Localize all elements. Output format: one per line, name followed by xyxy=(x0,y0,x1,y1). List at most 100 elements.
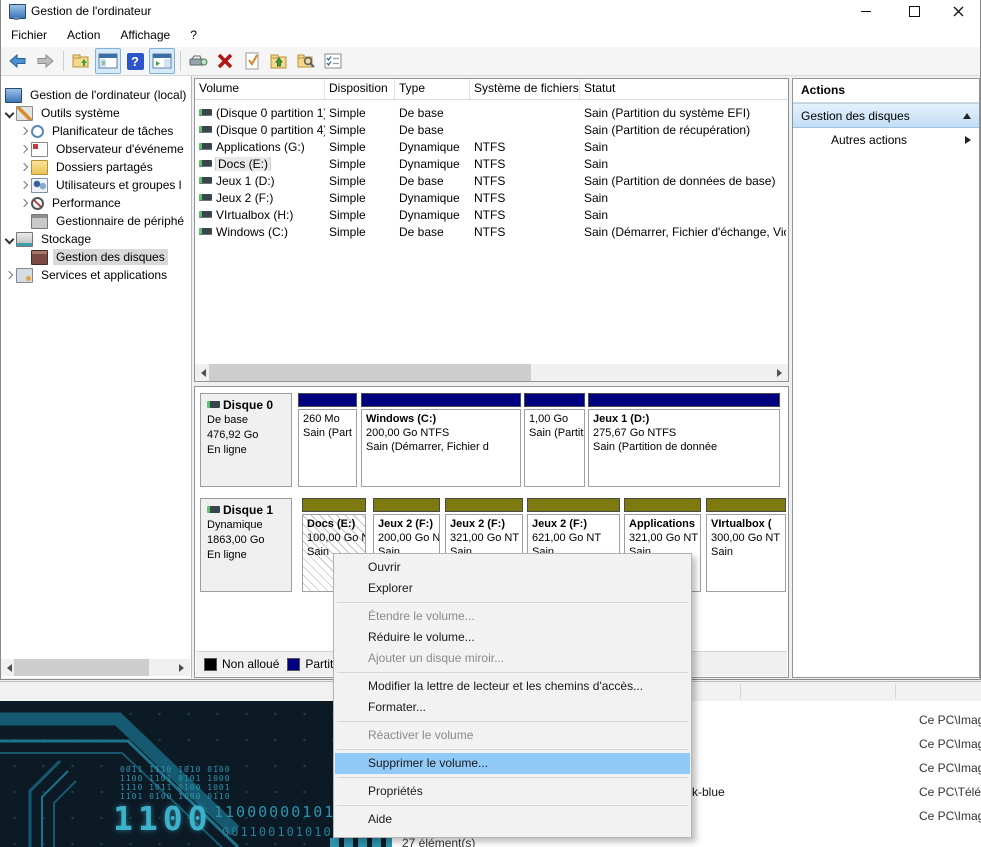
partition-color-bar xyxy=(527,498,620,512)
explorer-location-cell[interactable]: Ce PC\Imag xyxy=(919,737,981,751)
column-header-fs[interactable]: Système de fichiers xyxy=(470,79,580,99)
volume-row[interactable]: Jeux 1 (D:) SimpleDe base NTFSSain (Part… xyxy=(195,172,788,189)
tree-item-computer-management[interactable]: Gestion de l'ordinateur (local) xyxy=(1,86,191,104)
context-menu-item-reduire[interactable]: Réduire le volume... xyxy=(335,627,690,648)
tree-item-device-manager[interactable]: Gestionnaire de périphé xyxy=(1,212,191,230)
context-menu-item-supprimer[interactable]: Supprimer le volume... xyxy=(335,753,690,774)
tree-item-disk-management[interactable]: Gestion des disques xyxy=(1,248,191,266)
tree-item-system-tools[interactable]: Outils système xyxy=(1,104,191,122)
volume-row[interactable]: (Disque 0 partition 4) SimpleDe base Sai… xyxy=(195,121,788,138)
column-header-type[interactable]: Type xyxy=(395,79,470,99)
console-tree-icon xyxy=(98,52,118,70)
chevron-collapsed-icon xyxy=(5,271,13,279)
properties-button[interactable] xyxy=(239,48,265,74)
volume-list-horizontal-scrollbar[interactable] xyxy=(195,364,788,381)
tree-item-services-applications[interactable]: Services et applications xyxy=(1,266,191,284)
partition-color-bar xyxy=(706,498,786,512)
scroll-right-arrow[interactable] xyxy=(173,659,190,676)
context-menu-item-aide[interactable]: Aide xyxy=(335,809,690,830)
volume-row[interactable]: Applications (G:) SimpleDynamique NTFSSa… xyxy=(195,138,788,155)
explorer-location-cell[interactable]: Ce PC\Téléc xyxy=(919,785,981,799)
show-action-pane-button[interactable] xyxy=(149,48,175,74)
maximize-button[interactable] xyxy=(894,0,934,23)
folder-arrow-icon xyxy=(71,51,91,71)
menu-fichier[interactable]: Fichier xyxy=(1,23,57,47)
find-button[interactable] xyxy=(293,48,319,74)
minimize-icon xyxy=(861,11,871,12)
partition-color-bar xyxy=(361,393,521,407)
chevron-collapsed-icon xyxy=(20,145,28,153)
help-button[interactable]: ? xyxy=(122,48,148,74)
disk0-partition-efi[interactable]: 260 MoSain (Part xyxy=(298,393,357,487)
wallpaper-binary-large: 1100 xyxy=(113,799,212,838)
up-level-button[interactable] xyxy=(68,48,94,74)
disk1-label-cell[interactable]: Disque 1 Dynamique 1863,00 Go En ligne xyxy=(200,498,292,592)
computer-icon xyxy=(5,88,22,103)
tree-item-event-viewer[interactable]: Observateur d'événeme xyxy=(1,140,191,158)
collapse-icon[interactable] xyxy=(963,113,971,119)
column-header-disposition[interactable]: Disposition xyxy=(325,79,395,99)
tree-item-performance[interactable]: Performance xyxy=(1,194,191,212)
volume-row[interactable]: Windows (C:) SimpleDe base NTFSSain (Dém… xyxy=(195,223,788,240)
disk0-partition-windows-c[interactable]: Windows (C:)200,00 Go NTFSSain (Démarrer… xyxy=(361,393,521,487)
wallpaper-binary-line2: 0011001010101 xyxy=(222,825,342,839)
back-button[interactable] xyxy=(5,48,31,74)
context-menu-item-formater[interactable]: Formater... xyxy=(335,697,690,718)
menu-help[interactable]: ? xyxy=(180,23,207,47)
context-menu-item-explorer[interactable]: Explorer xyxy=(335,578,690,599)
column-header-statut[interactable]: Statut xyxy=(580,79,786,99)
explorer-file-name[interactable]: k-blue xyxy=(692,785,725,799)
delete-volume-button[interactable] xyxy=(212,48,238,74)
tree-item-task-scheduler[interactable]: Planificateur de tâches xyxy=(1,122,191,140)
scroll-right-arrow[interactable] xyxy=(771,364,788,381)
scrollbar-thumb[interactable] xyxy=(209,364,531,381)
shared-folders-icon xyxy=(31,160,48,175)
disk-icon xyxy=(207,401,220,408)
explorer-location-cell[interactable]: Ce PC\Imag xyxy=(919,809,981,823)
explorer-location-cell[interactable]: Ce PC\Imag xyxy=(919,713,981,727)
chevron-collapsed-icon xyxy=(20,127,28,135)
minimize-button[interactable] xyxy=(846,0,886,23)
volume-row[interactable]: VIrtualbox (H:) SimpleDynamique NTFSSain xyxy=(195,206,788,223)
context-menu-item-proprietes[interactable]: Propriétés xyxy=(335,781,690,802)
scrollbar-thumb[interactable] xyxy=(14,659,149,676)
volume-row[interactable]: Jeux 2 (F:) SimpleDynamique NTFSSain xyxy=(195,189,788,206)
menu-affichage[interactable]: Affichage xyxy=(110,23,180,47)
volume-icon xyxy=(199,143,212,150)
disk1-partition-virtualbox-h[interactable]: VIrtualbox (300,00 Go NTSain xyxy=(706,498,786,592)
close-button[interactable] xyxy=(938,0,978,23)
context-menu-item-modifier-lettre[interactable]: Modifier la lettre de lecteur et les che… xyxy=(335,676,690,697)
wallpaper-binary-line1: 110000001010 xyxy=(214,803,346,821)
export-list-button[interactable] xyxy=(266,48,292,74)
menu-action[interactable]: Action xyxy=(57,23,110,47)
volume-row-selected[interactable]: Docs (E:) SimpleDynamique NTFSSain xyxy=(195,155,788,172)
forward-button[interactable] xyxy=(32,48,58,74)
partition-color-bar xyxy=(524,393,585,407)
volume-context-menu: Ouvrir Explorer Étendre le volume... Réd… xyxy=(333,553,692,838)
volume-row[interactable]: (Disque 0 partition 1) SimpleDe base Sai… xyxy=(195,104,788,121)
tree-item-storage[interactable]: Stockage xyxy=(1,230,191,248)
disk0-partition-jeux1-d[interactable]: Jeux 1 (D:)275,67 Go NTFSSain (Partition… xyxy=(588,393,780,487)
services-applications-icon xyxy=(16,268,33,283)
column-header-volume[interactable]: Volume xyxy=(195,79,325,99)
tree-item-shared-folders[interactable]: Dossiers partagés xyxy=(1,158,191,176)
disk0-partition-recovery[interactable]: 1,00 GoSain (Partitio xyxy=(524,393,585,487)
tree-item-users-groups[interactable]: Utilisateurs et groupes l xyxy=(1,176,191,194)
show-console-tree-button[interactable] xyxy=(95,48,121,74)
actions-group-disk-management[interactable]: Gestion des disques xyxy=(793,103,979,128)
partition-color-bar xyxy=(302,498,366,512)
tree-horizontal-scrollbar[interactable] xyxy=(1,659,190,676)
forward-icon xyxy=(35,51,55,71)
task-list-button[interactable] xyxy=(320,48,346,74)
explorer-location-cell[interactable]: Ce PC\Imag xyxy=(919,761,981,775)
disk0-label-cell[interactable]: Disque 0 De base 476,92 Go En ligne xyxy=(200,393,292,487)
context-menu-item-ouvrir[interactable]: Ouvrir xyxy=(335,557,690,578)
submenu-arrow-icon xyxy=(965,136,971,144)
device-view-button[interactable] xyxy=(185,48,211,74)
actions-more-actions[interactable]: Autres actions xyxy=(793,128,979,152)
toolbar-separator xyxy=(180,51,181,71)
volume-list-pane: Volume Disposition Type Système de fichi… xyxy=(194,78,789,382)
menu-separator xyxy=(337,721,688,722)
volume-icon xyxy=(199,177,212,184)
folder-up-icon xyxy=(269,51,289,71)
